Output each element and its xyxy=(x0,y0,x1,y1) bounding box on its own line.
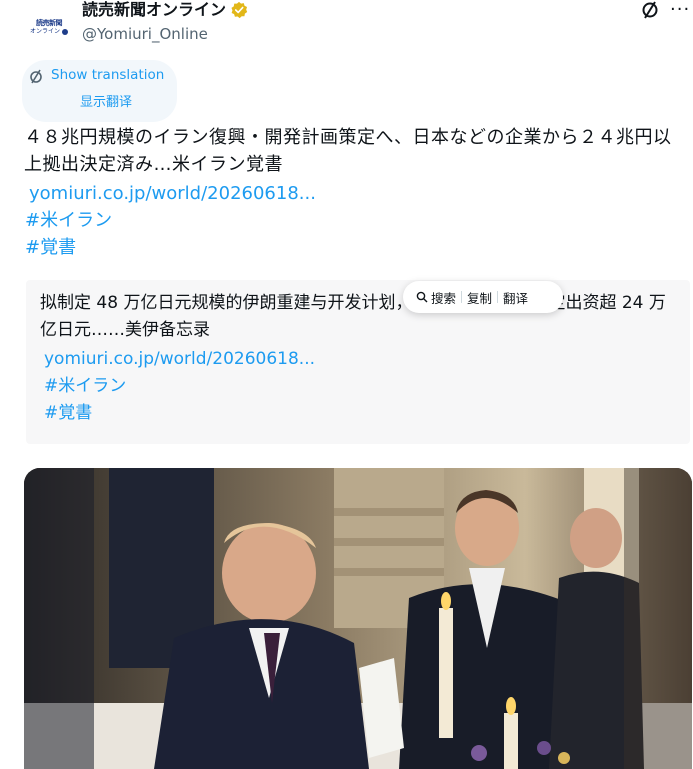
translation-box: 拟制定 48 万亿日元规模的伊朗重建与开发计划，日本等国企业已决定出资超 24 … xyxy=(26,280,690,444)
display-name-text: 読売新聞オンライン xyxy=(82,0,227,19)
translate-bubble[interactable]: Show translation 显示翻译 xyxy=(22,60,177,122)
handle[interactable]: @Yomiuri_Online xyxy=(82,24,208,44)
more-icon[interactable]: ··· xyxy=(670,0,690,20)
hashtag-link[interactable]: #覚書 xyxy=(25,234,76,261)
translated-hashtag[interactable]: #米イラン xyxy=(44,373,126,400)
search-icon xyxy=(416,291,428,303)
menu-translate-label: 翻译 xyxy=(503,290,529,306)
translated-hashtag[interactable]: #覚書 xyxy=(44,400,92,427)
tweet-media-image[interactable] xyxy=(24,468,692,769)
hashtag-link[interactable]: #米イラン xyxy=(25,207,112,234)
translated-link[interactable]: yomiuri.co.jp/world/20260618... xyxy=(44,346,315,373)
translate-icon xyxy=(30,69,42,84)
tweet-text: ４８兆円規模のイラン復興・開発計画策定へ、日本などの企業から２４兆円以上拠出決定… xyxy=(24,127,672,175)
avatar-line2: オンライン xyxy=(30,28,68,36)
menu-copy-label: 复制 xyxy=(467,290,493,306)
tweet-link[interactable]: yomiuri.co.jp/world/20260618... xyxy=(29,180,316,207)
translated-text: 拟制定 48 万亿日元规模的伊朗重建与开发计划，日本等国企业已决定出资超 24 … xyxy=(40,293,666,340)
post-header: 読売新聞 オンライン 読売新聞オンライン @Yomiuri_Online ··· xyxy=(24,0,693,52)
show-translation-button[interactable]: Show translation xyxy=(51,66,164,84)
photo-illustration xyxy=(24,468,692,769)
menu-search-label: 搜索 xyxy=(431,290,457,306)
translate-cn-label: 显示翻译 xyxy=(80,95,133,110)
menu-search[interactable]: 搜索 xyxy=(411,288,461,307)
verified-badge-icon xyxy=(231,1,248,19)
selection-context-menu: 搜索 复制 翻译 xyxy=(403,281,563,313)
menu-translate[interactable]: 翻译 xyxy=(498,288,533,307)
avatar-line1: 読売新聞 xyxy=(36,18,63,27)
display-name[interactable]: 読売新聞オンライン xyxy=(82,0,248,20)
avatar[interactable]: 読売新聞 オンライン xyxy=(30,8,68,46)
menu-copy[interactable]: 复制 xyxy=(462,288,497,307)
grok-icon[interactable] xyxy=(640,0,660,20)
